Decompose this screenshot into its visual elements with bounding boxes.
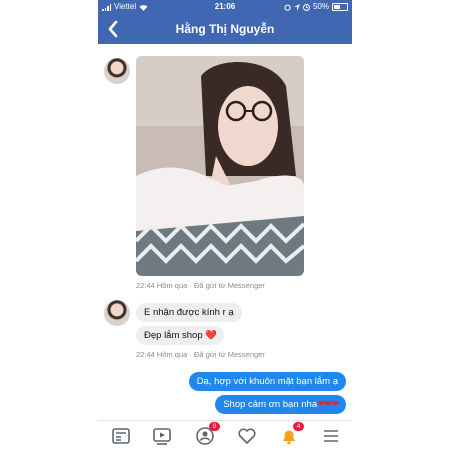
conversation-header: Hằng Thị Nguyễn	[98, 14, 352, 44]
sent-photo[interactable]	[136, 56, 304, 276]
battery-percent: 50%	[312, 2, 329, 11]
location-icon	[293, 3, 300, 11]
outgoing-message[interactable]: Shop cảm ơn bạn nha❤❤❤	[215, 395, 346, 414]
heart-emoji: ❤❤❤	[317, 399, 339, 410]
message-text: Shop cảm ơn bạn nha	[223, 399, 318, 410]
clock-icon	[302, 3, 310, 11]
back-chevron-icon[interactable]	[106, 19, 124, 39]
message-text: Đẹp lắm shop	[144, 330, 206, 341]
contact-avatar[interactable]	[104, 300, 130, 326]
menu-icon[interactable]	[320, 425, 342, 447]
heart-emoji: ❤️	[205, 330, 217, 341]
bottom-tab-bar: 8 4	[98, 420, 352, 450]
alarm-icon	[284, 4, 291, 11]
incoming-message[interactable]: Đẹp lắm shop ❤️	[136, 326, 225, 345]
contact-name[interactable]: Hằng Thị Nguyễn	[128, 14, 322, 44]
incoming-message[interactable]: E nhận được kính r ạ	[136, 303, 242, 322]
notifications-badge: 4	[293, 422, 304, 431]
news-feed-icon[interactable]	[110, 425, 132, 447]
messenger-screen: Viettel 21:06 50% Hằng Thị Nguyễn 22:44 …	[98, 0, 352, 450]
groups-icon[interactable]: 8	[194, 422, 220, 447]
battery-icon	[332, 3, 348, 11]
dating-heart-icon[interactable]	[236, 425, 258, 447]
status-bar: Viettel 21:06 50%	[98, 0, 352, 14]
status-right: 50%	[284, 0, 348, 14]
notifications-bell-icon[interactable]: 4	[278, 422, 304, 447]
watch-icon[interactable]	[151, 425, 173, 447]
selfie-image	[136, 56, 304, 276]
contact-avatar[interactable]	[104, 58, 130, 84]
groups-badge: 8	[209, 422, 220, 431]
outgoing-message[interactable]: Dạ, hợp với khuôn mặt bạn lắm ạ	[188, 372, 346, 391]
photo-timestamp: 22:44 Hôm qua · Đã gửi từ Messenger	[136, 281, 265, 290]
message-timestamp: 22:44 Hôm qua · Đã gửi từ Messenger	[136, 350, 265, 359]
